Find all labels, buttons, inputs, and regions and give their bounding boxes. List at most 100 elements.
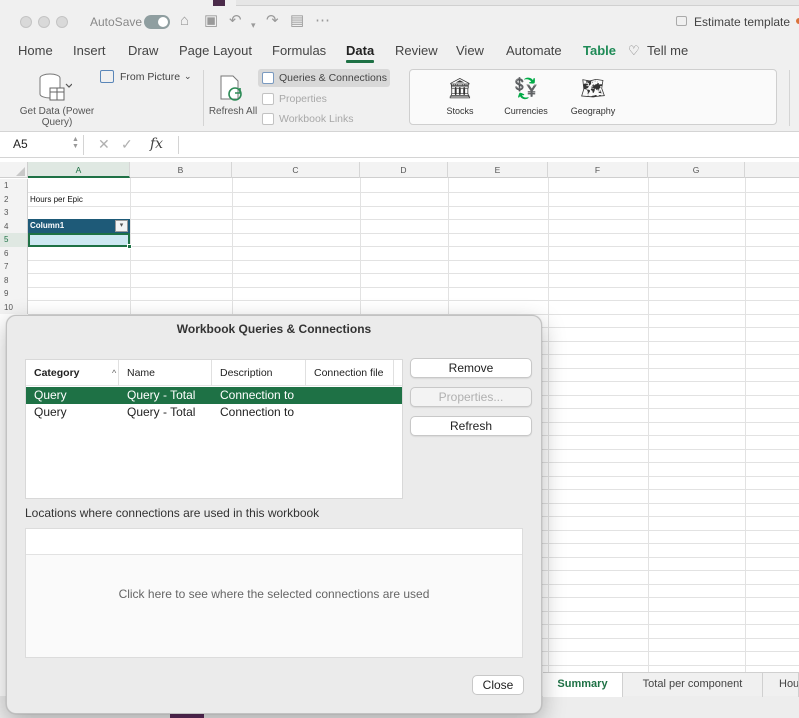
list-row[interactable]: Query Query - Total Connection to (26, 404, 402, 421)
formula-input[interactable] (184, 135, 794, 155)
column-headers: A B C D E F G (0, 162, 799, 178)
select-all-button[interactable] (0, 162, 28, 178)
list-header: Category ^ Name Description Connection f… (26, 360, 402, 386)
row-header[interactable]: 10 (0, 300, 28, 314)
column-header-description[interactable]: Description (212, 360, 306, 386)
stocks-button[interactable]: 🏛 Stocks (430, 76, 490, 116)
selected-cell-a5[interactable] (28, 233, 130, 247)
tab-home[interactable]: Home (18, 43, 53, 58)
gridline (28, 205, 799, 207)
currencies-button[interactable]: 💱 Currencies (496, 76, 556, 116)
column-header[interactable]: D (360, 162, 448, 178)
fill-handle[interactable] (127, 244, 132, 249)
row-header[interactable]: 9 (0, 287, 28, 301)
minimize-window-button[interactable] (38, 16, 50, 28)
connections-list[interactable]: Category ^ Name Description Connection f… (25, 359, 403, 499)
locations-label: Locations where connections are used in … (25, 506, 320, 520)
gridline (548, 178, 549, 672)
column-header[interactable]: G (648, 162, 745, 178)
row-header[interactable]: 4 (0, 219, 28, 233)
workbook-links-label: Workbook Links (279, 113, 354, 125)
tell-me-search[interactable]: Tell me (647, 43, 688, 58)
gridline (28, 232, 799, 234)
home-icon[interactable]: ⌂ (180, 12, 189, 30)
close-window-button[interactable] (20, 16, 32, 28)
column-header-name[interactable]: Name (119, 360, 212, 386)
undo-dropdown-icon[interactable]: ▾ (251, 16, 256, 34)
sort-ascending-icon: ^ (112, 368, 117, 378)
tab-page-layout[interactable]: Page Layout (179, 43, 252, 58)
cancel-icon[interactable]: ✕ (98, 136, 110, 153)
enter-icon[interactable]: ✓ (121, 136, 133, 153)
save-icon[interactable]: ▣ (204, 12, 218, 30)
tab-insert[interactable]: Insert (73, 43, 106, 58)
tab-review[interactable]: Review (395, 43, 438, 58)
sheet-tab-hours[interactable]: Hou (763, 673, 799, 697)
link-icon (262, 113, 274, 125)
row-name: Query - Total (127, 388, 196, 402)
customize-icon[interactable]: ▤ (290, 12, 304, 30)
column-header[interactable]: B (130, 162, 232, 178)
close-button[interactable]: Close (472, 675, 524, 695)
column-header[interactable]: A (28, 162, 130, 178)
list-row-selected[interactable]: Query Query - Total Connection to (26, 387, 402, 404)
redo-icon[interactable]: ↷ (266, 12, 279, 30)
row-header[interactable]: 7 (0, 260, 28, 274)
sheet-tab-total-per-component[interactable]: Total per component (623, 673, 763, 697)
get-data-button[interactable]: Get Data (Power Query) (14, 68, 100, 128)
zoom-window-button[interactable] (56, 16, 68, 28)
from-picture-button[interactable]: From Picture ⌄ (100, 70, 196, 86)
insert-function-button[interactable]: fx (150, 136, 163, 152)
gridline (28, 259, 799, 261)
properties-button[interactable]: Properties (258, 90, 358, 108)
column-header-connection-file[interactable]: Connection file (306, 360, 394, 386)
row-header[interactable]: 1 (0, 179, 28, 193)
locations-panel[interactable]: Click here to see where the selected con… (25, 528, 523, 658)
window-strip-background (236, 0, 799, 6)
column-header[interactable]: F (548, 162, 648, 178)
autosave-toggle[interactable] (144, 15, 170, 29)
refresh-all-button[interactable]: Refresh All (208, 68, 258, 128)
remove-button[interactable]: Remove (410, 358, 532, 378)
gridline (28, 286, 799, 288)
column-header-category[interactable]: Category (26, 360, 119, 386)
row-name: Query - Total (127, 405, 196, 419)
row-header[interactable]: 6 (0, 246, 28, 260)
more-icon[interactable]: ⋯ (315, 12, 330, 30)
tab-table[interactable]: Table (583, 43, 616, 58)
geography-button[interactable]: 🗺 Geography (563, 76, 623, 116)
locations-message[interactable]: Click here to see where the selected con… (26, 587, 522, 601)
row-header[interactable]: 3 (0, 206, 28, 220)
data-types-gallery: 🏛 Stocks 💱 Currencies 🗺 Geography (409, 69, 777, 125)
filter-dropdown-icon[interactable]: ▾ (115, 220, 128, 232)
gridline (745, 178, 746, 672)
gridline (648, 178, 649, 672)
refresh-button[interactable]: Refresh (410, 416, 532, 436)
properties-button[interactable]: Properties... (410, 387, 532, 407)
tab-formulas[interactable]: Formulas (272, 43, 326, 58)
name-box-stepper-icon[interactable]: ▲ ▼ (72, 136, 79, 150)
queries-icon (262, 72, 274, 84)
workbook-links-button[interactable]: Workbook Links (258, 110, 368, 128)
undo-icon[interactable]: ↶ (229, 12, 242, 30)
database-icon (39, 73, 72, 101)
stocks-label: Stocks (446, 106, 474, 116)
row-connection-file (306, 404, 394, 421)
tab-view[interactable]: View (456, 43, 484, 58)
row-header[interactable]: 2 (0, 192, 28, 206)
tab-data[interactable]: Data (346, 43, 375, 63)
tab-automate[interactable]: Automate (506, 43, 562, 58)
sheet-tab-summary[interactable]: Summary (543, 673, 623, 697)
title-bar: AutoSave ⌂ ▣ ↶ ▾ ↷ ▤ ⋯ Estimate template (0, 0, 799, 38)
tab-draw[interactable]: Draw (128, 43, 158, 58)
row-header[interactable]: 8 (0, 273, 28, 287)
column-header[interactable]: E (448, 162, 548, 178)
properties-label: Properties (279, 93, 327, 105)
cell-a2[interactable]: Hours per Epic (30, 195, 83, 204)
queries-connections-button[interactable]: Queries & Connections (258, 69, 390, 87)
column-header[interactable]: C (232, 162, 360, 178)
document-title: Estimate template (694, 15, 791, 29)
picture-table-icon (100, 70, 114, 83)
row-header[interactable]: 5 (0, 233, 28, 247)
lightbulb-icon: ♡ (628, 43, 640, 58)
